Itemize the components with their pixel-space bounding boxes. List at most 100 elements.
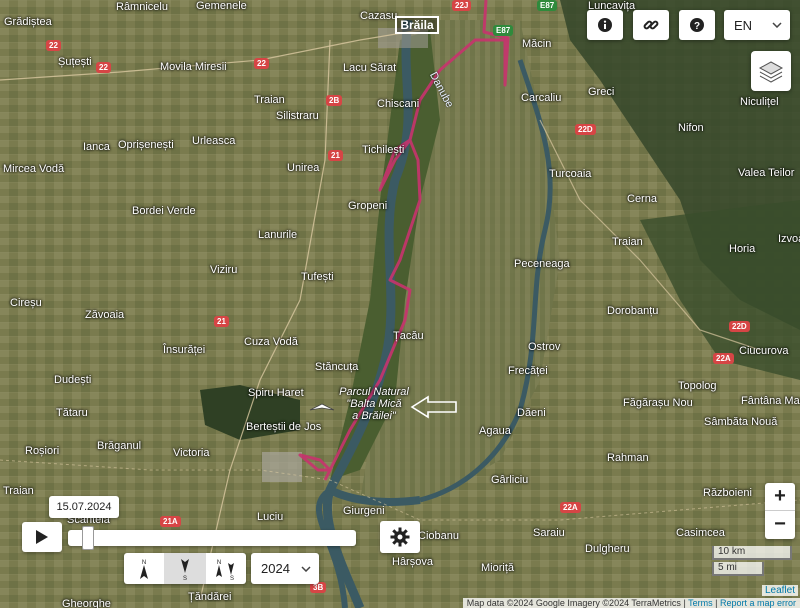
zoom-out-button[interactable]: − (765, 511, 795, 539)
place-label: Tătaru (56, 407, 88, 419)
info-button[interactable] (587, 10, 623, 40)
language-select[interactable]: EN (724, 10, 790, 40)
zoom-control: + − (765, 483, 795, 539)
place-label: Ciobanu (418, 530, 459, 542)
place-label: Lacu Sărat (343, 62, 397, 74)
road-badge: 22 (254, 58, 269, 69)
place-label: Șuțești (58, 56, 92, 68)
place-label: Însurăței (163, 344, 206, 356)
city-label-braila: Brăila (395, 16, 439, 34)
place-label: Greci (588, 86, 615, 98)
leaflet-link[interactable]: Leaflet (761, 585, 798, 596)
road-badge: 21 (328, 150, 343, 161)
place-label: Luciu (257, 511, 284, 523)
info-icon (598, 18, 612, 32)
chevron-down-icon (301, 565, 311, 572)
report-link[interactable]: Report a map error (720, 598, 796, 608)
place-label: Bordei Verde (132, 205, 196, 217)
layers-icon (758, 61, 784, 83)
terms-link[interactable]: Terms (688, 598, 713, 608)
svg-text:S: S (230, 576, 234, 581)
settings-button[interactable] (380, 521, 420, 553)
place-label: Saraiu (533, 527, 565, 539)
place-label: Gârliciu (491, 474, 529, 486)
place-label: Tufești (301, 271, 334, 283)
place-label: Războieni (703, 487, 752, 499)
place-label: Țacău (393, 330, 424, 342)
place-label: Spiru Haret (248, 387, 304, 399)
place-label: Agaua (479, 425, 511, 437)
place-label: Frecăței (508, 365, 548, 377)
help-button[interactable]: ? (679, 10, 715, 40)
scale-km: 10 km (712, 546, 792, 560)
place-label: Valea Teilor (738, 167, 795, 179)
place-label: Traian (612, 236, 643, 248)
place-label: Tichilești (362, 144, 405, 156)
place-label: Făgărașu Nou (623, 397, 693, 409)
place-label: Brăganul (97, 440, 142, 452)
road-badge: 22A (560, 502, 581, 513)
place-label: Peceneaga (514, 258, 570, 270)
compass-south-icon: S (181, 558, 189, 581)
place-label: Ciucurova (739, 345, 789, 357)
place-label: Traian (254, 94, 285, 106)
place-label: Cireșu (10, 297, 42, 309)
euro-route-badge: E87 (537, 0, 558, 11)
zoom-in-button[interactable]: + (765, 483, 795, 511)
year-select[interactable]: 2024 (251, 553, 319, 584)
place-label: Hârșova (392, 556, 433, 568)
road-badge: 21A (160, 516, 181, 527)
place-label: Unirea (287, 162, 320, 174)
both-up-button[interactable]: NS (206, 553, 246, 584)
place-label: Cerna (627, 193, 657, 205)
place-label: Măcin (522, 38, 552, 50)
park-label: Parcul Natural "Balta Mică a Brăilei" (332, 386, 416, 422)
gear-icon (390, 527, 410, 547)
place-label: Dorobanțu (607, 305, 659, 317)
place-label: Cuza Vodă (244, 336, 298, 348)
place-label: Mircea Vodă (3, 163, 65, 175)
place-label: Carcaliu (521, 92, 562, 104)
svg-text:S: S (183, 576, 187, 581)
south-up-button[interactable]: S (165, 553, 206, 584)
euro-route-badge: E87 (493, 25, 514, 36)
satellite-map[interactable] (0, 0, 800, 608)
orientation-toggle: N S NS (124, 553, 246, 584)
place-label: Victoria (173, 447, 210, 459)
place-label: Mioriță (481, 562, 515, 574)
road-badge: 22 (96, 62, 111, 73)
place-label: Horia (729, 243, 756, 255)
park-label-line-1: Parcul Natural (339, 386, 409, 398)
place-label: Izvoa (778, 233, 800, 245)
place-label: Chiscani (377, 98, 420, 110)
timeline-slider[interactable] (68, 526, 356, 550)
park-label-line-3: a Brăilei" (352, 410, 396, 422)
layers-button[interactable] (751, 51, 791, 91)
help-icon: ? (690, 18, 704, 32)
svg-text:?: ? (694, 21, 700, 32)
place-label: Oprișenești (118, 139, 174, 151)
link-button[interactable] (633, 10, 669, 40)
play-icon (36, 530, 48, 544)
scale-mi: 5 mi (712, 562, 764, 576)
road-badge: 22D (575, 124, 596, 135)
compass-both-icon: NS (216, 560, 234, 581)
road-badge: 22D (729, 321, 750, 332)
place-label: Sâmbăta Nouă (704, 416, 778, 428)
timeline-handle[interactable] (82, 526, 94, 550)
road-badge: 22 (46, 40, 61, 51)
place-label: Lanurile (258, 229, 298, 241)
road-badge: 22J (452, 0, 472, 11)
place-label: Giurgeni (343, 505, 385, 517)
place-label: Fântâna Mare (741, 395, 800, 407)
place-label: Niculițel (740, 96, 779, 108)
north-up-button[interactable]: N (124, 553, 165, 584)
place-label: Ianca (83, 141, 110, 153)
place-label: Dulgheru (585, 543, 630, 555)
place-label: Dudești (54, 374, 92, 386)
place-label: Urleasca (192, 135, 236, 147)
play-button[interactable] (22, 522, 62, 552)
place-label: Ostrov (528, 341, 561, 353)
place-label: Casimcea (676, 527, 725, 539)
place-label: Rahman (607, 452, 649, 464)
